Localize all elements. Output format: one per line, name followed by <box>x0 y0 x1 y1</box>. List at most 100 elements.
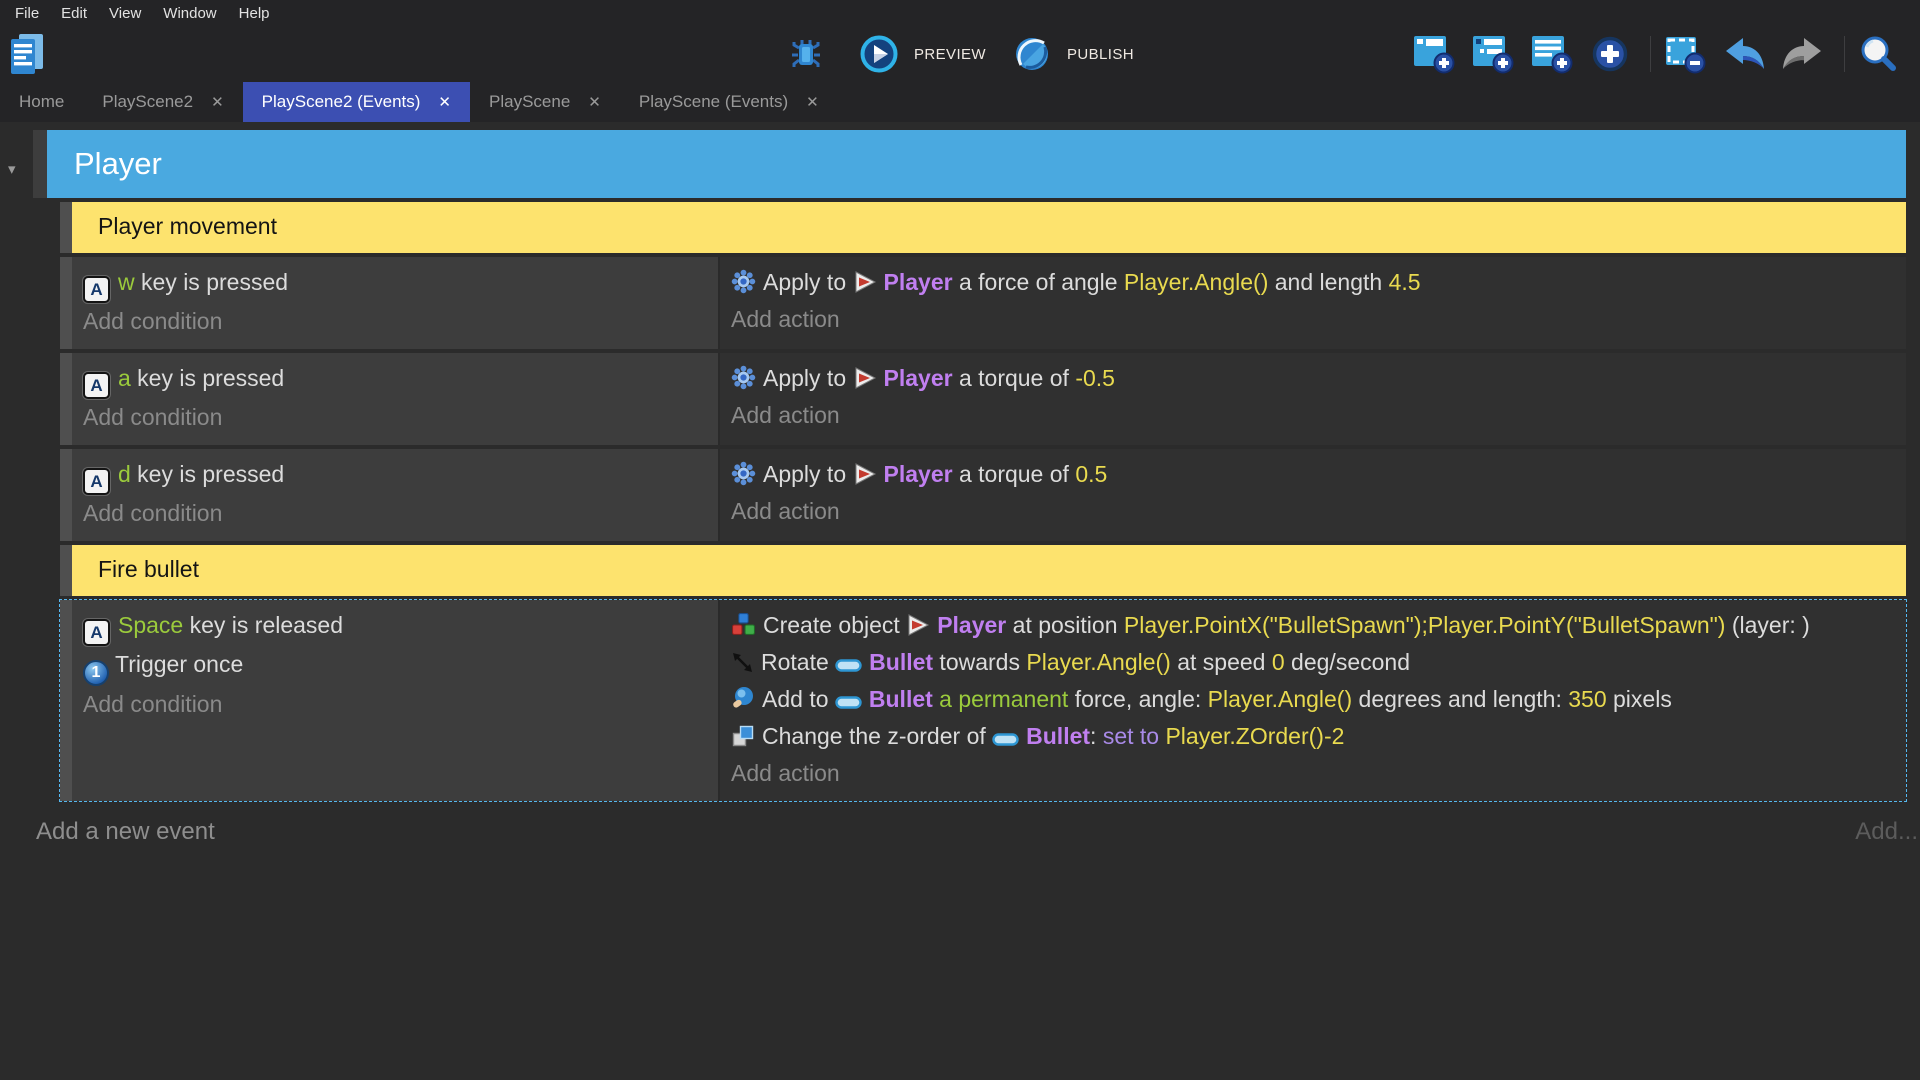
action[interactable]: Change the z-order of Bullet: set to Pla… <box>731 718 1906 755</box>
publish-button[interactable]: PUBLISH <box>1004 34 1142 74</box>
add-subevent-button[interactable] <box>1469 34 1524 74</box>
text-token: Player <box>883 461 953 487</box>
menu-bar: File Edit View Window Help <box>0 0 1920 26</box>
comment-row: Player movement <box>60 202 1906 253</box>
comment-row: Fire bullet <box>60 545 1906 596</box>
text-token: degrees and length: <box>1352 686 1569 712</box>
collapse-caret-icon[interactable]: ▾ <box>8 160 16 178</box>
undo-button[interactable] <box>1720 35 1775 73</box>
text-token: Player.PointX("BulletSpawn");Player.Poin… <box>1123 612 1726 638</box>
events-sheet: ▾ Player Player movement Aw key is presse… <box>0 122 1920 846</box>
text-token: a torque of <box>952 365 1076 391</box>
publish-label: PUBLISH <box>1066 45 1134 63</box>
action[interactable]: Apply to Player a force of angle Player.… <box>731 264 1906 301</box>
action[interactable]: Apply to Player a torque of -0.5 <box>731 360 1906 397</box>
menu-file[interactable]: File <box>4 5 50 22</box>
comment-text[interactable]: Fire bullet <box>72 545 1906 596</box>
text-token: Player <box>937 612 1007 638</box>
player-object-icon <box>853 270 877 294</box>
event-group-header[interactable]: Player <box>47 130 1906 198</box>
preview-label: PREVIEW <box>914 45 986 63</box>
text-token: Bullet <box>869 649 934 675</box>
tab-label: PlayScene2 <box>102 92 194 111</box>
text-token: key is released <box>183 612 344 638</box>
toolbar-right <box>1410 34 1920 74</box>
text-token: Apply to <box>763 461 853 487</box>
add-new-event-button[interactable]: Add a new event <box>36 818 215 846</box>
menu-help[interactable]: Help <box>228 5 281 22</box>
tab-playscene2-events[interactable]: PlayScene2 (Events) ✕ <box>242 82 470 122</box>
search-button[interactable] <box>1855 34 1908 74</box>
group-spine <box>33 130 47 198</box>
toolbar-separator <box>1844 36 1845 72</box>
debug-button[interactable] <box>778 34 841 74</box>
condition[interactable]: Aa key is pressed <box>83 360 718 399</box>
redo-icon <box>1782 35 1824 73</box>
event-drag-handle <box>60 257 72 349</box>
zorder-icon <box>731 724 755 748</box>
text-token: a torque of <box>952 461 1076 487</box>
tab-playscene2[interactable]: PlayScene2 ✕ <box>83 82 242 122</box>
text-token: Apply to <box>763 269 853 295</box>
tab-playscene[interactable]: PlayScene ✕ <box>470 82 620 122</box>
text-token: Create object <box>763 612 907 638</box>
action[interactable]: Rotate Bullet towards Player.Angle() at … <box>731 644 1906 681</box>
text-token: a permanent <box>932 686 1069 712</box>
close-tab-icon[interactable]: ✕ <box>438 93 451 111</box>
add-event-button[interactable] <box>1410 34 1465 74</box>
bullet-object-icon <box>835 657 862 674</box>
tab-home[interactable]: Home <box>0 82 83 122</box>
redo-button[interactable] <box>1779 35 1834 73</box>
text-token: Bullet <box>868 686 933 712</box>
add-action-button[interactable]: Add action <box>731 493 1906 530</box>
actions-cell: Apply to Player a torque of 0.5 Add actio… <box>718 449 1906 541</box>
tab-playscene-events[interactable]: PlayScene (Events) ✕ <box>620 82 838 122</box>
menu-view[interactable]: View <box>98 5 152 22</box>
comment-text[interactable]: Player movement <box>72 202 1906 253</box>
text-token: Player.ZOrder()-2 <box>1165 723 1345 749</box>
force-icon <box>731 269 756 294</box>
text-token: key is pressed <box>130 365 285 391</box>
close-tab-icon[interactable]: ✕ <box>588 93 601 111</box>
delete-selection-icon <box>1664 34 1706 74</box>
tab-label: PlayScene (Events) <box>638 92 789 111</box>
keyboard-key-icon: A <box>83 468 110 495</box>
condition[interactable]: A Space key is released <box>83 607 718 646</box>
add-button[interactable]: Add... <box>1855 818 1918 846</box>
add-comment-button[interactable] <box>1528 34 1583 74</box>
text-token: at position <box>1006 612 1124 638</box>
text-token: Player <box>883 365 953 391</box>
action[interactable]: Add to Bullet a permanent force, angle: … <box>731 681 1906 718</box>
add-condition-button[interactable]: Add condition <box>83 686 718 723</box>
action[interactable]: Apply to Player a torque of 0.5 <box>731 456 1906 493</box>
add-force-icon <box>731 686 755 711</box>
text-token: Player.Angle() <box>1026 649 1171 675</box>
menu-window[interactable]: Window <box>152 5 227 22</box>
keyboard-key-icon: A <box>83 276 110 303</box>
preview-button[interactable]: PREVIEW <box>851 34 994 74</box>
text-token: 0 <box>1271 649 1285 675</box>
create-object-icon <box>731 612 756 637</box>
add-action-button[interactable]: Add action <box>731 755 1906 792</box>
add-condition-button[interactable]: Add condition <box>83 495 718 532</box>
conditions-cell: Ad key is pressed Add condition <box>72 449 718 541</box>
conditions-cell: A Space key is released 1 Trigger once Add c… <box>72 600 718 801</box>
close-tab-icon[interactable]: ✕ <box>211 93 224 111</box>
add-circle-button[interactable] <box>1587 34 1640 74</box>
text-token: 4.5 <box>1388 269 1421 295</box>
delete-selection-button[interactable] <box>1661 34 1716 74</box>
bullet-object-icon <box>835 694 862 711</box>
event-drag-handle <box>60 600 72 801</box>
menu-edit[interactable]: Edit <box>50 5 98 22</box>
condition[interactable]: Aw key is pressed <box>83 264 718 303</box>
add-condition-button[interactable]: Add condition <box>83 303 718 340</box>
event-drag-handle <box>60 202 72 253</box>
add-condition-button[interactable]: Add condition <box>83 399 718 436</box>
add-action-button[interactable]: Add action <box>731 301 1906 338</box>
add-action-button[interactable]: Add action <box>731 397 1906 434</box>
action[interactable]: Create object Player at position Player.… <box>731 607 1906 644</box>
condition[interactable]: 1 Trigger once <box>83 646 718 686</box>
condition[interactable]: Ad key is pressed <box>83 456 718 495</box>
text-token: Space <box>118 612 184 638</box>
close-tab-icon[interactable]: ✕ <box>806 93 819 111</box>
